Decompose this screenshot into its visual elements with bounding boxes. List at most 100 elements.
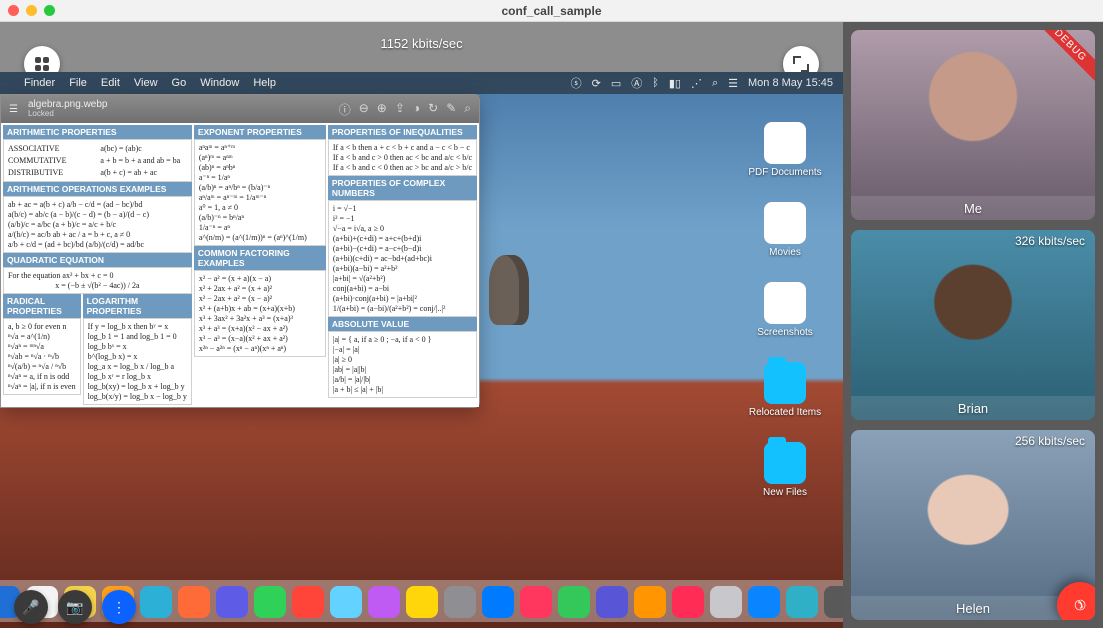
menubar-item-go[interactable]: Go — [172, 77, 187, 89]
formula-block: ab + ac = a(b + c) a/b − c/d = (ad − bc)… — [3, 196, 192, 253]
folder-icon — [764, 362, 806, 404]
rotate-icon[interactable]: ↻ — [428, 101, 438, 118]
more-icon: ⋮ — [112, 600, 126, 614]
camera-button[interactable]: 📷 — [58, 590, 92, 624]
menubar-item-edit[interactable]: Edit — [101, 77, 120, 89]
document-icon — [764, 122, 806, 164]
participant-name: Brian — [851, 396, 1095, 420]
sidebar-toggle-icon[interactable]: ☰ — [9, 104, 18, 115]
menubar-item-file[interactable]: File — [69, 77, 87, 89]
control-center-icon[interactable]: ☰ — [728, 77, 738, 90]
formula-block: If y = log_b x then bʸ = xlog_b 1 = 1 an… — [83, 318, 192, 405]
formula-block: aⁿaᵐ = aⁿ⁺ᵐ(aⁿ)ᵐ = aⁿᵐ(ab)ⁿ = aⁿbⁿa⁻ⁿ = … — [194, 139, 326, 246]
more-options-button[interactable]: ⋮ — [102, 590, 136, 624]
section-header: LOGARITHM PROPERTIES — [83, 294, 192, 318]
section-header: ARITHMETIC OPERATIONS EXAMPLES — [3, 182, 192, 196]
desktop-icon-label: Screenshots — [757, 327, 813, 338]
search-icon[interactable]: ⌕ — [712, 77, 718, 90]
formula-block: a, b ≥ 0 for even nⁿ√a = a^(1/n)ⁿ√aⁿ = ᵐ… — [3, 318, 81, 395]
document-icon — [764, 282, 806, 324]
formula-block: i = √−1i² = −1√−a = i√a, a ≥ 0(a+bi)+(c+… — [328, 200, 477, 317]
preview-window[interactable]: ☰ algebra.png.webp Locked ⓘ ⊖ ⊕ ⇪ ◑ ↻ ✎ … — [0, 94, 480, 408]
participant-tile[interactable]: DEBUG Me — [851, 30, 1095, 220]
call-controls: 🎤 📷 ⋮ — [0, 586, 843, 628]
app-window-titlebar: conf_call_sample — [0, 0, 1103, 22]
participant-bitrate: 326 kbits/sec — [1015, 234, 1085, 248]
shared-desktop: Finder File Edit View Go Window Help ⓢ ⟳… — [0, 72, 843, 628]
markup-icon[interactable]: ✎ — [446, 101, 456, 118]
close-window-icon[interactable] — [8, 5, 19, 16]
desktop-icons: PDF Documents Movies Screenshots Relocat… — [745, 122, 825, 498]
section-header: PROPERTIES OF INEQUALITIES — [328, 125, 477, 139]
menubar-item-window[interactable]: Window — [200, 77, 239, 89]
participants-sidebar: DEBUG Me 326 kbits/sec Brian 256 kbits/s… — [843, 22, 1103, 628]
screen-share-area: 1152 kbits/sec Finder File Edit View Go … — [0, 22, 843, 628]
desktop-icon[interactable]: Relocated Items — [745, 362, 825, 418]
desktop-icon-label: Relocated Items — [749, 407, 821, 418]
search-icon[interactable]: ⌕ — [464, 101, 471, 118]
formula-block: x² − a² = (x + a)(x − a)x² + 2ax + a² = … — [194, 270, 326, 357]
info-icon[interactable]: ⓘ — [339, 101, 351, 118]
grid-icon — [35, 57, 49, 71]
desktop-icon[interactable]: Movies — [745, 202, 825, 258]
mac-menubar: Finder File Edit View Go Window Help ⓢ ⟳… — [0, 72, 843, 94]
highlight-icon[interactable]: ◑ — [413, 101, 420, 118]
menubar-item-help[interactable]: Help — [253, 77, 276, 89]
desktop-icon-label: Movies — [769, 247, 801, 258]
mic-icon: 🎤 — [22, 600, 39, 614]
share-icon[interactable]: ⇪ — [395, 101, 405, 118]
section-header: ARITHMETIC PROPERTIES — [3, 125, 192, 139]
menubar-clock[interactable]: Mon 8 May 15:45 — [748, 77, 833, 89]
preview-tool-icons: ⓘ ⊖ ⊕ ⇪ ◑ ↻ ✎ ⌕ — [339, 101, 471, 118]
participant-bitrate: 256 kbits/sec — [1015, 434, 1085, 448]
desktop-icon-label: New Files — [763, 487, 807, 498]
section-header: QUADRATIC EQUATION — [3, 253, 192, 267]
section-header: RADICAL PROPERTIES — [3, 294, 81, 318]
preview-content: ARITHMETIC PROPERTIES ASSOCIATIVEa(bc) =… — [1, 123, 479, 407]
share-bitrate: 1152 kbits/sec — [380, 36, 462, 51]
zoom-in-icon[interactable]: ⊕ — [377, 101, 387, 118]
preview-title: algebra.png.webp Locked — [28, 100, 108, 118]
bluetooth-icon[interactable]: ᛒ — [652, 77, 659, 89]
menubar-right: ⓢ ⟳ ▭ Ⓐ ᛒ ▮▯ ⋰ ⌕ ☰ Mon 8 May 15:45 — [571, 75, 833, 91]
formula-block: |a| = { a, if a ≥ 0 ; −a, if a < 0 }|−a|… — [328, 331, 477, 398]
section-header: ABSOLUTE VALUE — [328, 317, 477, 331]
menubar-item-view[interactable]: View — [134, 77, 158, 89]
battery-icon[interactable]: ▮▯ — [669, 77, 681, 90]
phone-icon: ✆ — [1071, 596, 1089, 614]
minimize-window-icon[interactable] — [26, 5, 37, 16]
zoom-window-icon[interactable] — [44, 5, 55, 16]
desktop-icon[interactable]: PDF Documents — [745, 122, 825, 178]
participant-video — [851, 30, 1095, 220]
display-icon[interactable]: ▭ — [611, 77, 621, 90]
expand-icon — [793, 56, 809, 72]
desktop-icon[interactable]: Screenshots — [745, 282, 825, 338]
participant-video — [851, 230, 1095, 420]
camera-icon: 📷 — [66, 600, 83, 614]
participant-video — [851, 430, 1095, 620]
document-icon — [764, 202, 806, 244]
formula-block: If a < b then a + c < b + c and a − c < … — [328, 139, 477, 176]
section-header: EXPONENT PROPERTIES — [194, 125, 326, 139]
preview-toolbar: ☰ algebra.png.webp Locked ⓘ ⊖ ⊕ ⇪ ◑ ↻ ✎ … — [1, 95, 479, 123]
wifi-icon[interactable]: ⋰ — [691, 77, 702, 90]
text-input-icon[interactable]: Ⓐ — [631, 75, 642, 91]
mute-button[interactable]: 🎤 — [14, 590, 48, 624]
participant-tile[interactable]: 326 kbits/sec Brian — [851, 230, 1095, 420]
zoom-out-icon[interactable]: ⊖ — [359, 101, 369, 118]
formula-block: ASSOCIATIVEa(bc) = (ab)c COMMUTATIVEa + … — [3, 139, 192, 182]
folder-icon — [764, 442, 806, 484]
wallpaper-rock — [489, 255, 529, 325]
sync-icon[interactable]: ⟳ — [592, 77, 601, 90]
menubar-app[interactable]: Finder — [24, 77, 55, 89]
formula-block: For the equation ax² + bx + c = 0x = (−b… — [3, 267, 192, 294]
participant-tile[interactable]: 256 kbits/sec Helen ✆ — [851, 430, 1095, 620]
participant-name: Me — [851, 196, 1095, 220]
desktop-icon[interactable]: New Files — [745, 442, 825, 498]
input-icon[interactable]: ⓢ — [571, 75, 582, 91]
preview-status: Locked — [28, 110, 108, 118]
section-header: COMMON FACTORING EXAMPLES — [194, 246, 326, 270]
window-title: conf_call_sample — [0, 4, 1103, 18]
traffic-lights — [8, 5, 55, 16]
section-header: PROPERTIES OF COMPLEX NUMBERS — [328, 176, 477, 200]
